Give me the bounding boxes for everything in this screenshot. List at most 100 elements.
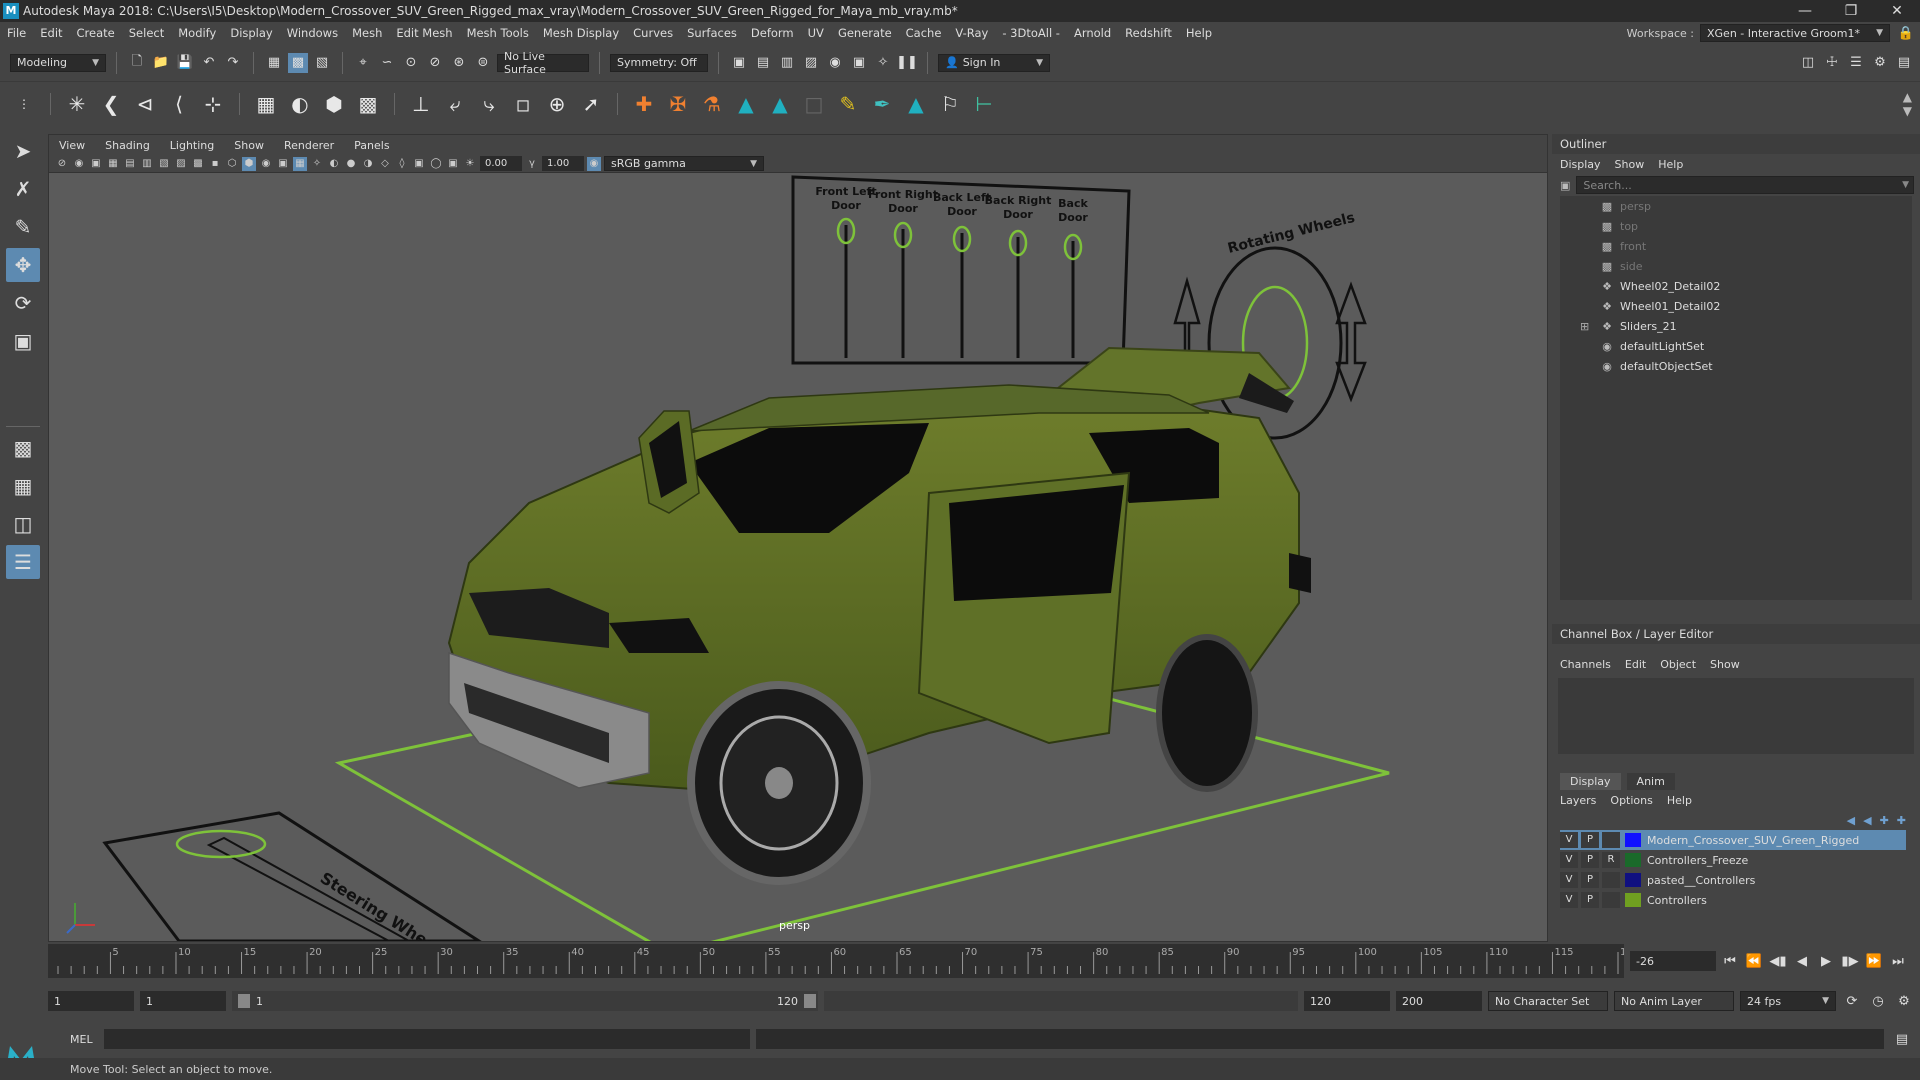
workspace-dropdown[interactable]: XGen - Interactive Groom1* ▼ — [1700, 24, 1890, 42]
menu-help[interactable]: Help — [1179, 26, 1219, 40]
layer-menu-help[interactable]: Help — [1667, 794, 1692, 807]
render-view-icon[interactable]: ▣ — [729, 53, 749, 73]
camera-attributes-icon[interactable]: ⊘ — [55, 157, 69, 171]
use-all-lights-icon[interactable]: ✧ — [310, 157, 324, 171]
expand-icon[interactable]: ⊞ — [1580, 320, 1589, 333]
step-back-frame-icon[interactable]: ◀▮ — [1768, 951, 1788, 971]
playback-end-field[interactable]: 120 — [1304, 991, 1390, 1011]
layer-color-swatch[interactable] — [1625, 873, 1641, 887]
ipr-render-icon[interactable]: ▥ — [777, 53, 797, 73]
outliner-list[interactable]: ▩ persp ▩ top ▩ front ▩ side ❖ Wheel02_Detail02 ❖ W… — [1560, 196, 1912, 600]
layer-color-swatch[interactable] — [1625, 893, 1641, 907]
shadows-icon[interactable]: ◐ — [327, 157, 341, 171]
menu-windows[interactable]: Windows — [280, 26, 345, 40]
viewport-menu-renderer[interactable]: Renderer — [274, 139, 344, 152]
play-backward-icon[interactable]: ◀ — [1792, 951, 1812, 971]
layer-visibility-toggle[interactable]: V — [1560, 852, 1578, 868]
shelf-scroll-icon[interactable]: ▲ ▼ — [1903, 90, 1920, 118]
command-input[interactable] — [104, 1029, 750, 1049]
color-management-icon[interactable]: ◉ — [587, 156, 601, 171]
tool-settings-icon[interactable]: ⚙ — [1870, 53, 1890, 73]
curve-tool-icon[interactable]: ➚ — [577, 90, 605, 118]
tab-display[interactable]: Display — [1560, 773, 1621, 790]
new-layer-icon[interactable]: ✚ — [1880, 814, 1889, 827]
layer-visibility-toggle[interactable]: V — [1560, 892, 1578, 908]
sculpt-deformer-icon[interactable]: ▩ — [354, 90, 382, 118]
step-forward-frame-icon[interactable]: ▮▶ — [1840, 951, 1860, 971]
menu-surfaces[interactable]: Surfaces — [680, 26, 744, 40]
layer-reference-toggle[interactable]: R — [1602, 852, 1620, 868]
color-space-dropdown[interactable]: sRGB gamma ▼ — [604, 156, 764, 171]
resolution-gate-icon[interactable]: ▥ — [140, 157, 154, 171]
menu-v-ray[interactable]: V-Ray — [948, 26, 995, 40]
menu-mesh[interactable]: Mesh — [345, 26, 389, 40]
script-editor-icon[interactable]: ▤ — [1892, 1029, 1912, 1049]
layer-list[interactable]: V P Modern_Crossover_SUV_Green_Rigged V P R Co… — [1552, 830, 1920, 910]
xray-icon[interactable]: ▦ — [293, 156, 307, 171]
select-tool-icon[interactable]: ➤ — [6, 134, 40, 168]
outliner-item[interactable]: ▩ side — [1560, 256, 1912, 276]
motion-blur-icon[interactable]: ◑ — [361, 157, 375, 171]
outliner-item[interactable]: ⊞ ❖ Sliders_21 — [1560, 316, 1912, 336]
channel-box-icon[interactable]: ▤ — [1894, 53, 1914, 73]
outliner-layout-icon[interactable]: ☰ — [6, 545, 40, 579]
smooth-shade-icon[interactable]: ⬢ — [242, 156, 256, 171]
command-language-label[interactable]: MEL — [54, 1033, 104, 1046]
layer-row[interactable]: V P Controllers — [1560, 890, 1906, 910]
channel-box-menu-object[interactable]: Object — [1660, 658, 1696, 671]
layer-reference-toggle[interactable] — [1602, 872, 1620, 888]
lattice-icon[interactable]: ▦ — [252, 90, 280, 118]
layer-row[interactable]: V Ppasted__Controllers — [1560, 870, 1906, 890]
layer-playback-toggle[interactable]: P — [1581, 872, 1599, 888]
layer-reference-toggle[interactable] — [1602, 832, 1620, 848]
insert-joint-icon[interactable]: ⟨ — [165, 90, 193, 118]
safe-title-icon[interactable]: ▪ — [208, 157, 222, 171]
maximize-button[interactable]: ❐ — [1828, 3, 1874, 19]
shelf-menu-icon[interactable]: ⋮ — [10, 90, 38, 118]
menu-set-dropdown[interactable]: Modeling ▼ — [10, 53, 106, 72]
menu-create[interactable]: Create — [70, 26, 122, 40]
render-settings-icon[interactable]: ▨ — [801, 53, 821, 73]
select-object-icon[interactable]: ▩ — [288, 52, 308, 73]
outliner-item[interactable]: ◉ defaultObjectSet — [1560, 356, 1912, 376]
default-lighting-icon[interactable]: ◉ — [259, 157, 273, 171]
wrap-deformer-icon[interactable]: ⬢ — [320, 90, 348, 118]
layer-menu-layers[interactable]: Layers — [1560, 794, 1596, 807]
cluster-icon[interactable]: ◐ — [286, 90, 314, 118]
open-scene-icon[interactable]: 📁 — [151, 53, 171, 73]
smooth-bind-icon[interactable]: ⤷ — [475, 90, 503, 118]
constraint-icon[interactable]: ⊕ — [543, 90, 571, 118]
menu-file[interactable]: File — [0, 26, 33, 40]
channel-box-menu-edit[interactable]: Edit — [1625, 658, 1646, 671]
snap-grid-icon[interactable]: ⌖ — [353, 53, 373, 73]
menu-select[interactable]: Select — [122, 26, 171, 40]
joint-tool-icon[interactable]: ✳ — [63, 90, 91, 118]
layer-row[interactable]: V P Modern_Crossover_SUV_Green_Rigged — [1560, 830, 1906, 850]
paint-select-icon[interactable]: ✎ — [6, 210, 40, 244]
render-setup-icon[interactable]: ▣ — [849, 53, 869, 73]
layer-playback-toggle[interactable]: P — [1581, 892, 1599, 908]
range-end-handle[interactable] — [804, 994, 816, 1008]
outliner-filter-icon[interactable]: ▣ — [1560, 179, 1570, 192]
mash-network-icon[interactable]: ▲ — [766, 90, 794, 118]
select-hierarchy-icon[interactable]: ▦ — [264, 53, 284, 73]
menu-3dtoall[interactable]: - 3DtoAll - — [995, 26, 1067, 40]
character-set-dropdown[interactable]: No Character Set — [1488, 991, 1608, 1011]
film-gate-icon[interactable]: ▤ — [123, 157, 137, 171]
lock-icon[interactable]: 🔒 — [1896, 23, 1916, 43]
align-tool-icon[interactable]: ⊢ — [970, 90, 998, 118]
fps-dropdown[interactable]: 24 fps ▼ — [1740, 991, 1836, 1011]
new-scene-icon[interactable]: 🗋 — [127, 53, 147, 73]
channel-box-menu-show[interactable]: Show — [1710, 658, 1740, 671]
viewport-menu-panels[interactable]: Panels — [344, 139, 399, 152]
layer-color-swatch[interactable] — [1625, 833, 1641, 847]
outliner-item[interactable]: ▩ front — [1560, 236, 1912, 256]
lasso-tool-icon[interactable]: ✗ — [6, 172, 40, 206]
exposure-icon[interactable]: ☀ — [463, 157, 477, 171]
image-plane-icon[interactable]: ▣ — [89, 157, 103, 171]
locator-icon[interactable]: ✚ — [630, 90, 658, 118]
depth-of-field-icon[interactable]: ◊ — [395, 157, 409, 171]
viewport-menu-view[interactable]: View — [49, 139, 95, 152]
parent-constraint-icon[interactable]: ✠ — [664, 90, 692, 118]
go-to-start-icon[interactable]: ⏮ — [1720, 951, 1740, 971]
